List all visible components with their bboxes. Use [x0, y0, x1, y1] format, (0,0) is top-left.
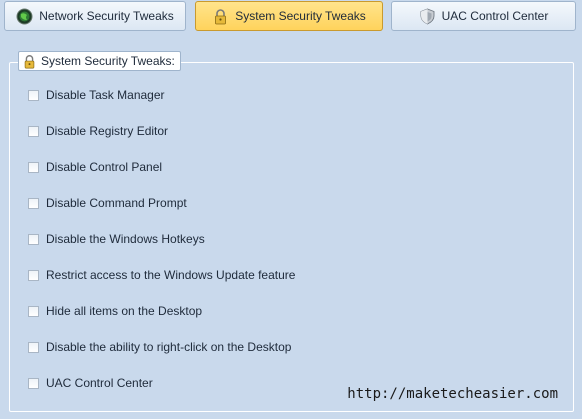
option-disable-desktop-right-click[interactable]: Disable the ability to right-click on th…	[28, 338, 291, 356]
option-uac-control-center[interactable]: UAC Control Center	[28, 374, 153, 392]
watermark: http://maketecheasier.com	[347, 386, 558, 402]
option-disable-windows-hotkeys[interactable]: Disable the Windows Hotkeys	[28, 230, 205, 248]
group-title-label: System Security Tweaks:	[41, 54, 175, 68]
group-title: System Security Tweaks:	[18, 51, 181, 71]
tab-label: System Security Tweaks	[235, 9, 366, 23]
option-disable-command-prompt[interactable]: Disable Command Prompt	[28, 194, 187, 212]
option-disable-registry-editor[interactable]: Disable Registry Editor	[28, 122, 168, 140]
checkbox[interactable]	[28, 269, 39, 281]
option-disable-task-manager[interactable]: Disable Task Manager	[28, 86, 165, 104]
globe-icon	[16, 8, 33, 25]
option-label: Disable the Windows Hotkeys	[46, 232, 205, 246]
option-label: Disable Control Panel	[46, 160, 163, 174]
tab-label: Network Security Tweaks	[39, 9, 174, 23]
option-label: Hide all items on the Desktop	[46, 304, 203, 318]
checkbox[interactable]	[28, 377, 39, 389]
option-hide-desktop-items[interactable]: Hide all items on the Desktop	[28, 302, 202, 320]
option-label: Disable Command Prompt	[46, 196, 187, 210]
lock-icon	[212, 8, 229, 25]
option-label: Disable Registry Editor	[46, 124, 169, 138]
checkbox[interactable]	[28, 89, 39, 101]
checkbox[interactable]	[28, 341, 39, 353]
tab-network-security-tweaks[interactable]: Network Security Tweaks	[4, 1, 186, 31]
option-label: Disable the ability to right-click on th…	[46, 340, 292, 354]
checkbox[interactable]	[28, 305, 39, 317]
option-disable-control-panel[interactable]: Disable Control Panel	[28, 158, 162, 176]
lock-icon	[22, 54, 37, 69]
option-label: Disable Task Manager	[46, 88, 165, 102]
tab-bar: Network Security Tweaks System Security …	[0, 0, 582, 40]
tab-label: UAC Control Center	[441, 9, 549, 23]
option-label: UAC Control Center	[46, 376, 153, 390]
checkbox[interactable]	[28, 125, 39, 137]
checkbox[interactable]	[28, 161, 39, 173]
shield-icon	[419, 8, 436, 25]
tab-system-security-tweaks[interactable]: System Security Tweaks	[195, 1, 383, 31]
option-label: Restrict access to the Windows Update fe…	[46, 268, 296, 282]
tab-uac-control-center[interactable]: UAC Control Center	[391, 1, 576, 31]
checkbox[interactable]	[28, 197, 39, 209]
option-restrict-windows-update[interactable]: Restrict access to the Windows Update fe…	[28, 266, 295, 284]
checkbox[interactable]	[28, 233, 39, 245]
